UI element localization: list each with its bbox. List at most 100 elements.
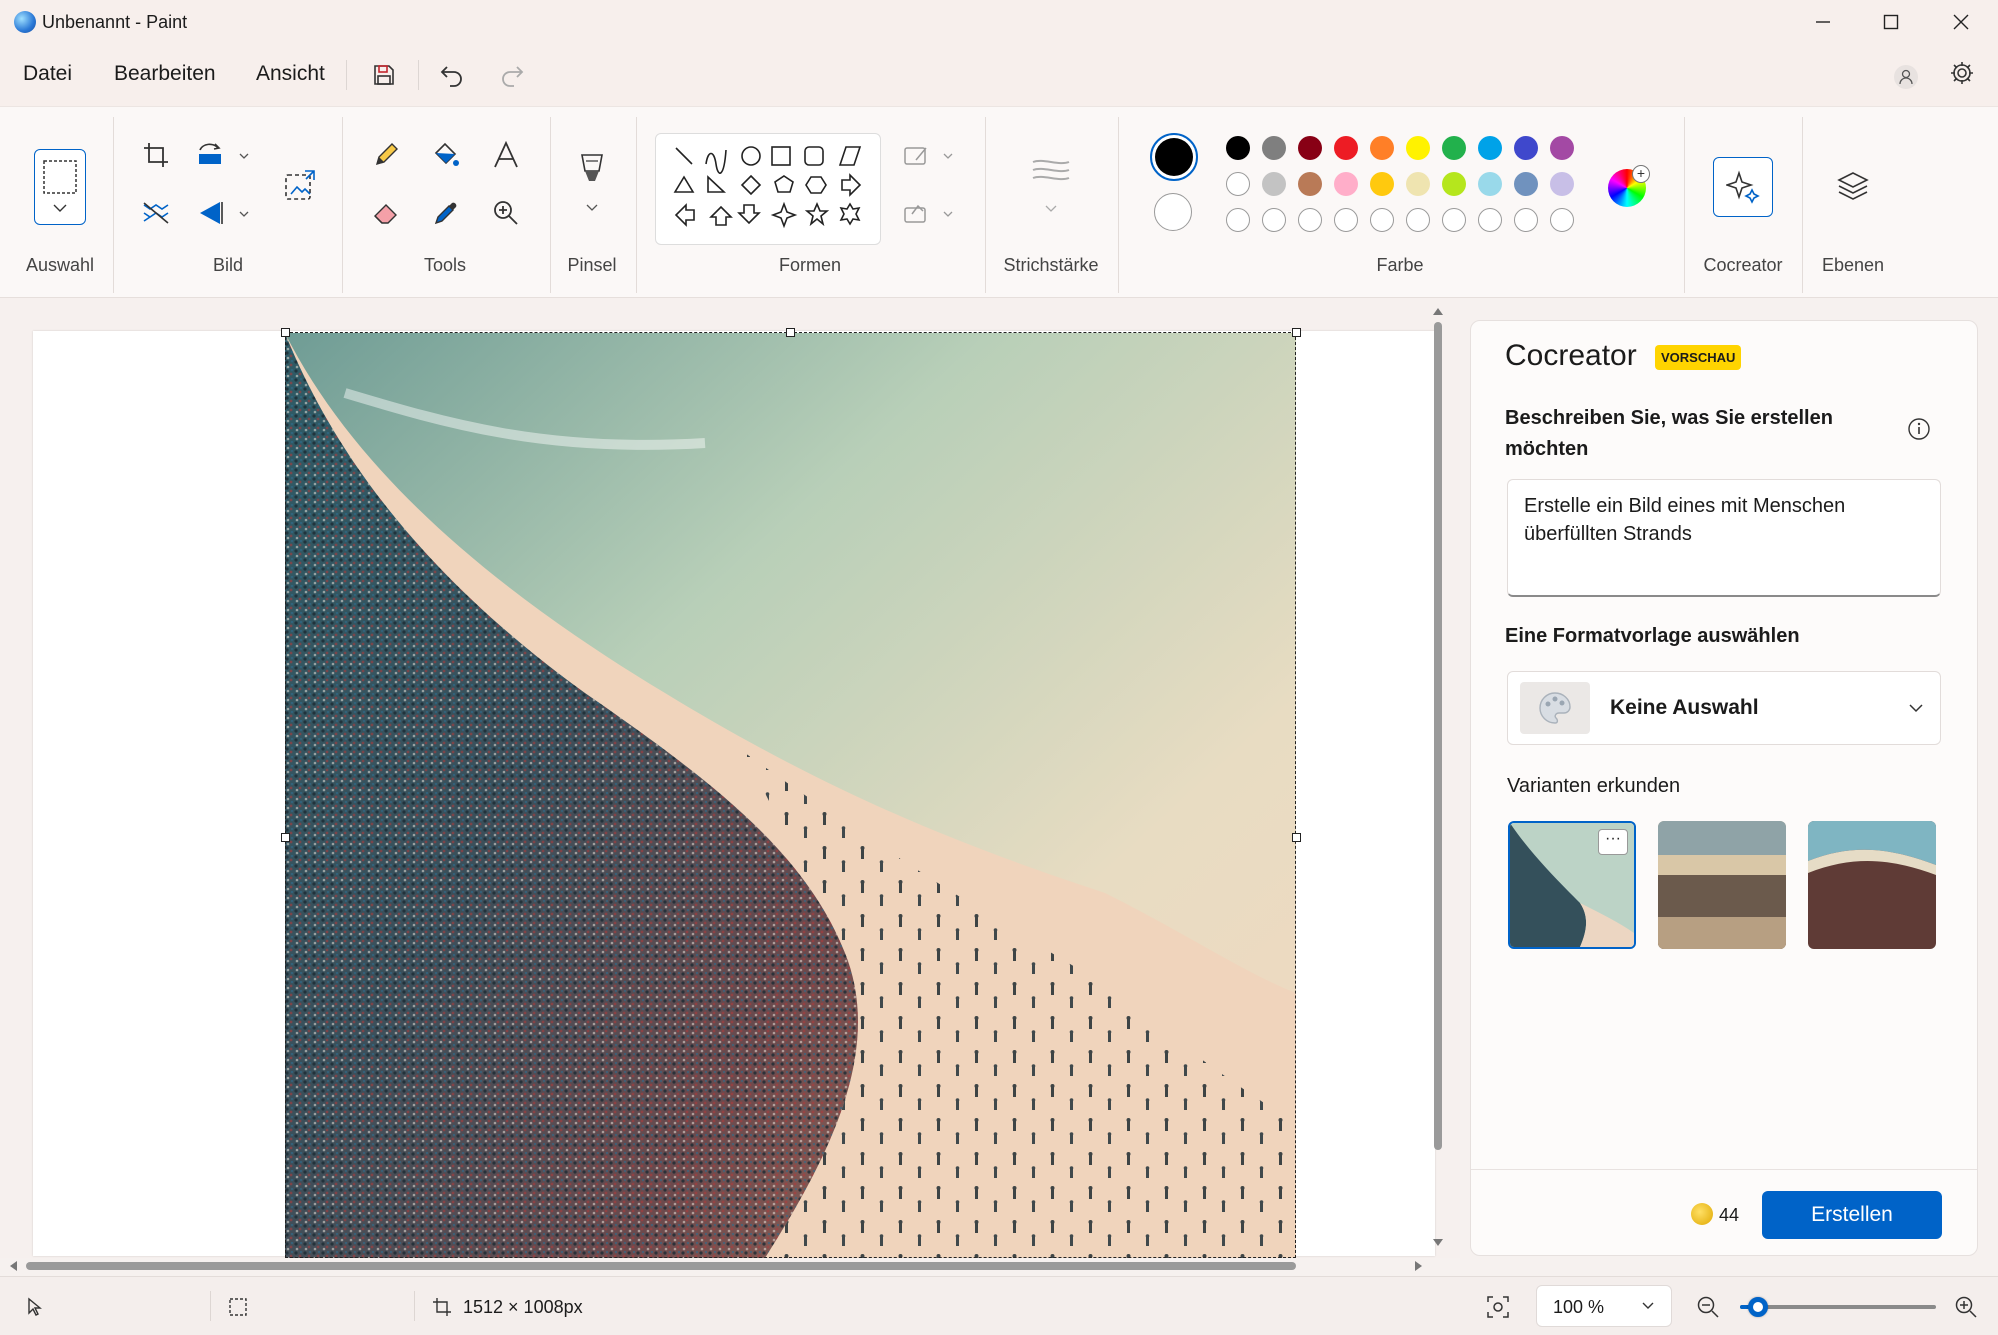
color-swatch[interactable] [1406, 172, 1430, 196]
account-button[interactable] [1886, 60, 1926, 94]
color-swatch[interactable] [1442, 136, 1466, 160]
zoom-slider-track[interactable] [1740, 1305, 1936, 1309]
text-button[interactable] [484, 133, 528, 177]
generated-beach-image[interactable] [285, 333, 1296, 1258]
color-swatch[interactable] [1514, 136, 1538, 160]
color-swatch[interactable] [1370, 172, 1394, 196]
up-arrow-shape-icon [709, 205, 733, 226]
color-swatch[interactable] [1550, 172, 1574, 196]
horizontal-scrollbar[interactable] [26, 1262, 1296, 1270]
scroll-left-icon[interactable] [8, 1260, 18, 1272]
more-options-icon[interactable]: ··· [1598, 829, 1628, 855]
shape-fill-button[interactable] [900, 191, 960, 235]
undo-button[interactable] [432, 58, 472, 92]
pencil-button[interactable] [364, 133, 408, 177]
scroll-right-icon[interactable] [1414, 1260, 1424, 1272]
variant-thumbnail-2[interactable] [1658, 821, 1786, 949]
minimize-button[interactable] [1788, 0, 1858, 44]
scroll-up-icon[interactable] [1432, 306, 1444, 316]
custom-color-slot[interactable] [1334, 208, 1358, 232]
maximize-button[interactable] [1856, 0, 1926, 44]
stroke-size-button[interactable] [1026, 153, 1076, 223]
color-swatch[interactable] [1334, 172, 1358, 196]
account-icon [1894, 65, 1918, 89]
zoom-in-icon[interactable] [1954, 1295, 1978, 1319]
color-swatch[interactable] [1226, 136, 1250, 160]
flip-icon [200, 202, 249, 224]
zoom-slider-thumb[interactable] [1748, 1297, 1768, 1317]
custom-color-slot[interactable] [1550, 208, 1574, 232]
shape-fill-icon [904, 204, 953, 223]
canvas-size: 1512 × 1008px [463, 1297, 583, 1317]
style-dropdown[interactable]: Keine Auswahl [1507, 671, 1941, 745]
cocreator-button[interactable] [1713, 157, 1773, 217]
vertical-scrollbar[interactable] [1434, 322, 1442, 1150]
custom-color-slot[interactable] [1262, 208, 1286, 232]
crop-button[interactable] [134, 133, 178, 177]
ribbon-divider [1684, 117, 1685, 293]
group-label-layers: Ebenen [1821, 255, 1885, 275]
resize-handle-left[interactable] [281, 833, 290, 842]
style-preview [1520, 682, 1590, 734]
custom-color-slot[interactable] [1478, 208, 1502, 232]
variant-thumbnail-1[interactable]: ··· [1508, 821, 1636, 949]
color-swatch[interactable] [1478, 172, 1502, 196]
custom-color-slot[interactable] [1370, 208, 1394, 232]
selection-tool-button[interactable] [34, 149, 86, 225]
resize-handle-top-left[interactable] [281, 328, 290, 337]
brushes-button[interactable] [570, 149, 614, 219]
color-swatch[interactable] [1370, 136, 1394, 160]
style-value: Keine Auswahl [1610, 696, 1759, 719]
color-swatch[interactable] [1406, 136, 1430, 160]
resize-handle-right[interactable] [1292, 833, 1301, 842]
custom-color-slot[interactable] [1226, 208, 1250, 232]
zoom-dropdown[interactable]: 100 % [1536, 1285, 1672, 1327]
resize-button[interactable] [194, 133, 254, 177]
prompt-input[interactable]: Erstelle ein Bild eines mit Menschen übe… [1507, 479, 1941, 597]
menu-edit[interactable]: Bearbeiten [114, 62, 216, 86]
color-swatch[interactable] [1226, 172, 1250, 196]
save-button[interactable] [364, 58, 404, 92]
resize-handle-top[interactable] [786, 328, 795, 337]
scroll-down-icon[interactable] [1432, 1238, 1444, 1248]
color-swatch[interactable] [1334, 136, 1358, 160]
fill-button[interactable] [424, 133, 468, 177]
close-button[interactable] [1926, 0, 1996, 44]
color-swatch[interactable] [1262, 172, 1286, 196]
preview-badge: VORSCHAU [1655, 345, 1742, 370]
variant-thumbnail-3[interactable] [1808, 821, 1936, 949]
info-icon[interactable] [1907, 417, 1931, 441]
group-label-color: Farbe [1376, 255, 1424, 275]
fit-to-window-icon[interactable] [1486, 1295, 1510, 1319]
color-swatch[interactable] [1298, 172, 1322, 196]
shapes-gallery [655, 133, 881, 245]
color-swatch[interactable] [1442, 172, 1466, 196]
custom-color-slot[interactable] [1514, 208, 1538, 232]
menu-view[interactable]: Ansicht [256, 62, 325, 86]
color-picker-button[interactable] [424, 191, 468, 235]
mosaic-button[interactable] [134, 191, 178, 235]
edit-colors-button[interactable]: + [1608, 165, 1650, 207]
menu-file[interactable]: Datei [23, 62, 72, 86]
color-swatch[interactable] [1550, 136, 1574, 160]
secondary-color[interactable] [1154, 193, 1192, 231]
flip-button[interactable] [194, 191, 254, 235]
settings-button[interactable] [1942, 56, 1982, 90]
color-swatch[interactable] [1298, 136, 1322, 160]
color-swatch[interactable] [1478, 136, 1502, 160]
zoom-out-icon[interactable] [1696, 1295, 1720, 1319]
color-swatch[interactable] [1262, 136, 1286, 160]
custom-color-slot[interactable] [1406, 208, 1430, 232]
resize-handle-top-right[interactable] [1292, 328, 1301, 337]
redo-button[interactable] [492, 58, 532, 92]
eraser-button[interactable] [364, 191, 408, 235]
color-swatch[interactable] [1514, 172, 1538, 196]
layers-button[interactable] [1830, 163, 1876, 209]
custom-color-slot[interactable] [1442, 208, 1466, 232]
primary-color[interactable] [1150, 133, 1198, 181]
shape-outline-button[interactable] [900, 133, 960, 177]
magnifier-button[interactable] [484, 191, 528, 235]
image-generator-button[interactable] [278, 163, 322, 207]
create-button[interactable]: Erstellen [1762, 1191, 1942, 1239]
custom-color-slot[interactable] [1298, 208, 1322, 232]
